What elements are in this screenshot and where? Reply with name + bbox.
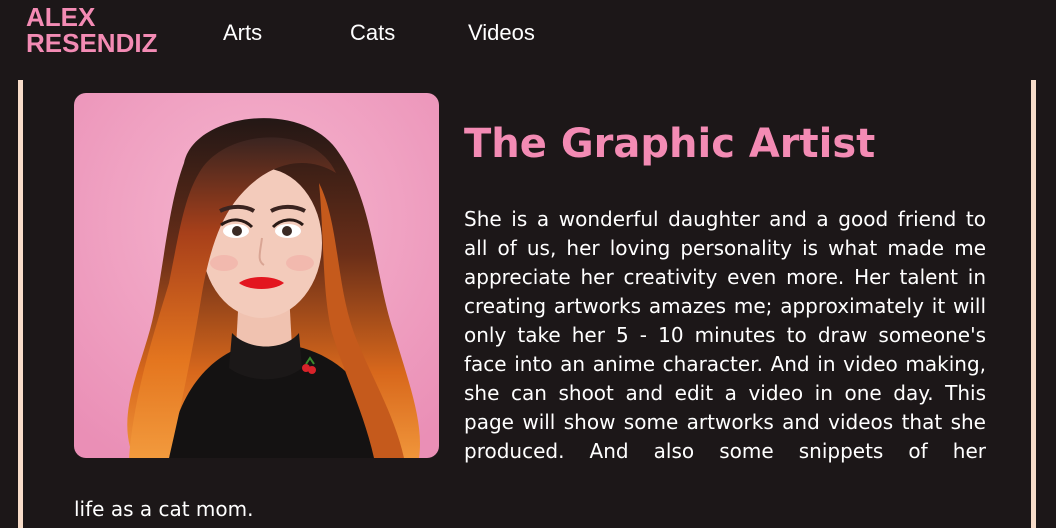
site-logo[interactable]: ALEX RESENDIZ (26, 4, 157, 56)
logo-first-name: ALEX (26, 2, 96, 32)
artist-portrait-photo (74, 93, 439, 458)
bio-paragraph: She is a wonderful daughter and a good f… (464, 207, 986, 463)
top-navigation-bar: ALEX RESENDIZ Arts Cats Videos (0, 0, 1056, 80)
nav-link-videos[interactable]: Videos (468, 20, 535, 46)
page-heading: The Graphic Artist (464, 121, 876, 167)
bio-paragraph-tail: life as a cat mom. (74, 497, 254, 521)
logo-last-name: RESENDIZ (26, 28, 158, 58)
nav-link-cats[interactable]: Cats (350, 20, 395, 46)
nav-link-arts[interactable]: Arts (223, 20, 262, 46)
